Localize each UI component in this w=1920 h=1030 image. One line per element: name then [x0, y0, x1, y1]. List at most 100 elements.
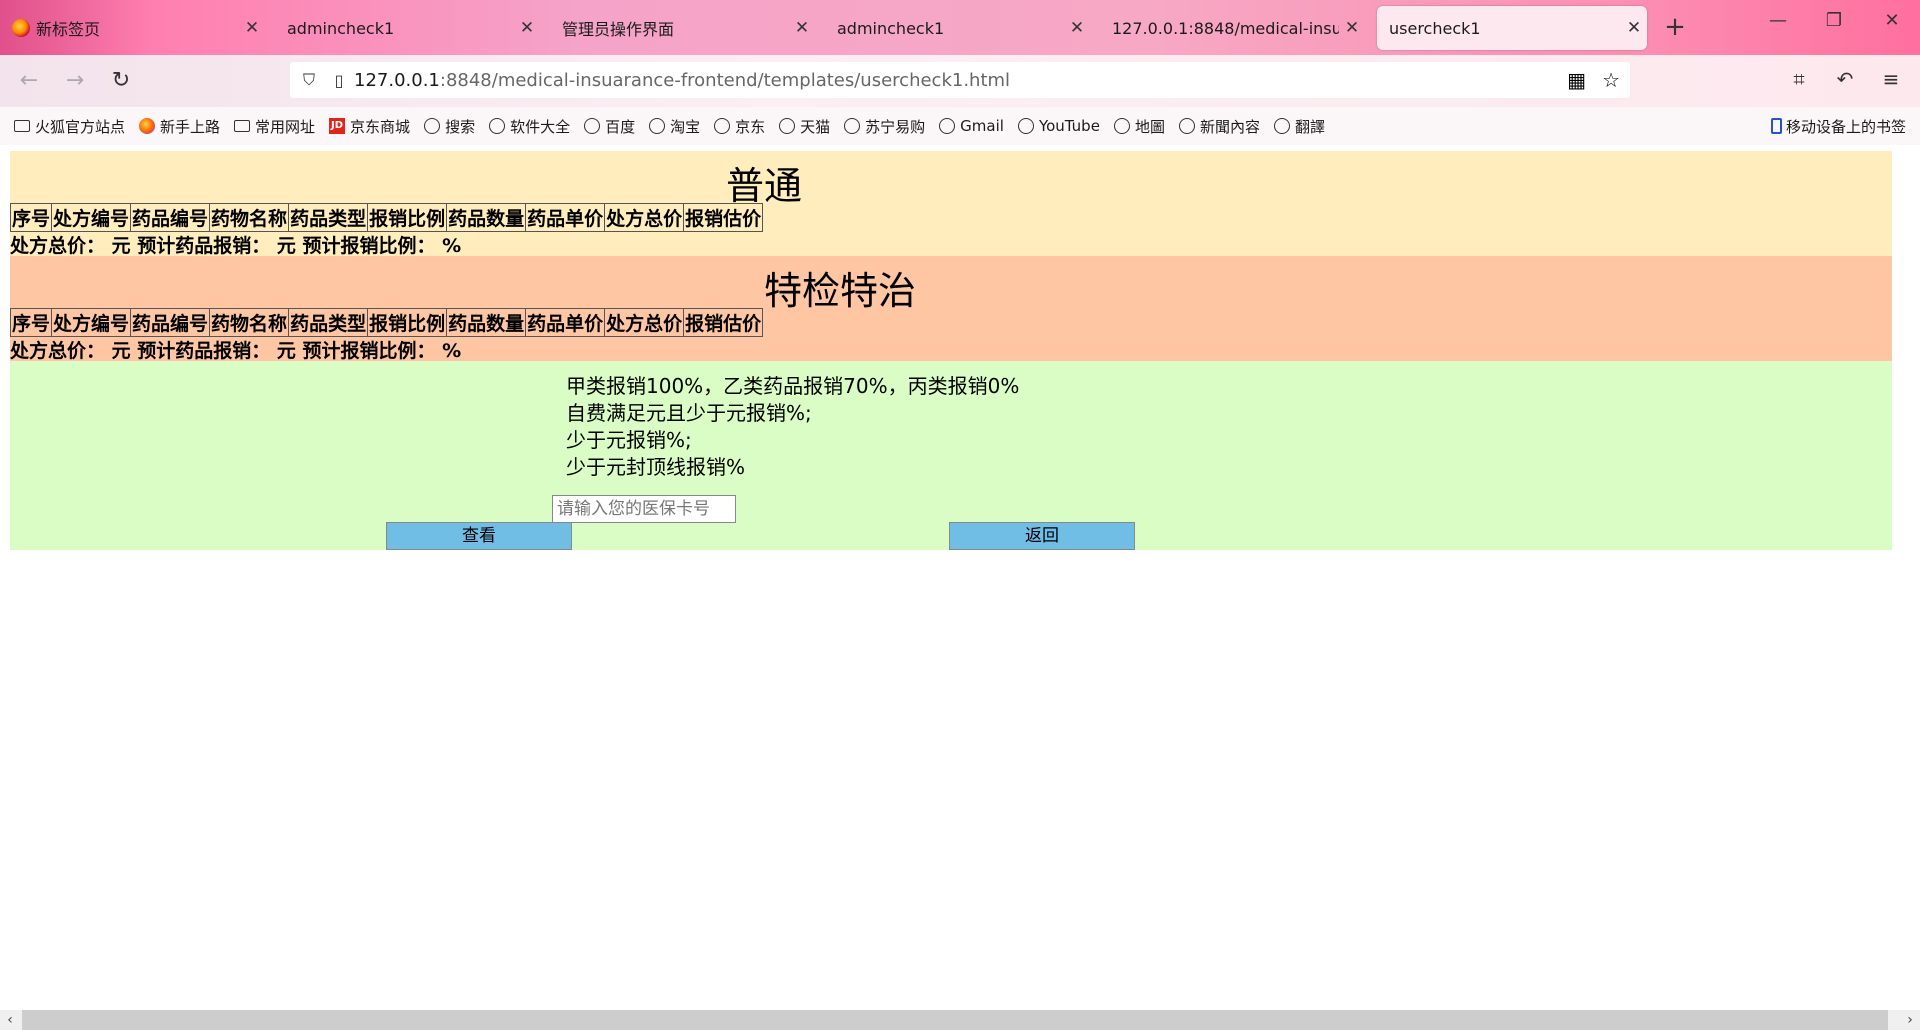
- globe-icon: [424, 118, 441, 134]
- column-header: 序号: [9, 203, 53, 232]
- globe-icon: [1273, 118, 1290, 134]
- column-header: 药物名称: [209, 308, 290, 337]
- qr-code-icon[interactable]: ▦: [1567, 68, 1586, 92]
- back-arrow-icon[interactable]: ←: [14, 67, 44, 97]
- scroll-right-icon[interactable]: ›: [1900, 1010, 1920, 1030]
- tab-admincheck1-2[interactable]: admincheck1 ✕: [825, 6, 1090, 50]
- normal-table: 序号 处方编号 药品编号 药物名称 药品类型 报销比例 药品数量 药品单价 处方总价 报销估价: [9, 203, 764, 232]
- close-icon[interactable]: ✕: [1339, 18, 1365, 38]
- bookmark-label: 淘宝: [670, 117, 701, 136]
- restore-icon[interactable]: ❐: [1814, 10, 1854, 31]
- bookmark-item[interactable]: 淘宝: [649, 116, 700, 137]
- folder-icon: [14, 120, 30, 132]
- tab-admincheck1[interactable]: admincheck1 ✕: [275, 6, 540, 50]
- bookmark-item[interactable]: 新手上路: [139, 116, 220, 137]
- bookmark-label: 京东商城: [350, 117, 411, 136]
- tab-title: 管理员操作界面: [562, 20, 675, 39]
- bookmark-label: 常用网址: [255, 117, 316, 136]
- minimize-icon[interactable]: —: [1758, 10, 1798, 31]
- window-close-icon[interactable]: ✕: [1872, 10, 1912, 31]
- back-button[interactable]: 返回: [949, 522, 1135, 550]
- view-button[interactable]: 查看: [386, 522, 572, 550]
- globe-icon: [1017, 118, 1034, 134]
- new-tab-plus-icon[interactable]: +: [1660, 12, 1690, 42]
- undo-icon[interactable]: ↶: [1830, 67, 1860, 91]
- table-header-row: 序号 处方编号 药品编号 药物名称 药品类型 报销比例 药品数量 药品单价 处方总价 报销估价: [9, 308, 764, 337]
- column-header: 药品数量: [446, 308, 527, 337]
- tab-title: 127.0.0.1:8848/medical-insuarance-fronte…: [1112, 18, 1339, 38]
- page-content: 普通 序号 处方编号 药品编号 药物名称 药品类型 报销比例 药品数量 药品单价 处方总价 报销估…: [0, 145, 1920, 1010]
- bookmark-item[interactable]: 百度: [584, 116, 635, 137]
- tab-title: 新标签页: [36, 20, 101, 39]
- column-header: 报销比例: [367, 203, 448, 232]
- column-header: 药品类型: [288, 308, 369, 337]
- mobile-bookmarks-label: 移动设备上的书签: [1785, 117, 1906, 136]
- globe-icon: [1178, 118, 1195, 134]
- tab-title: admincheck1: [287, 18, 395, 38]
- reimbursement-section: 甲类报销100%，乙类药品报销70%，丙类报销0% 自费满足元且少于元报销%; …: [10, 361, 1892, 550]
- bookmark-item[interactable]: 搜索: [424, 116, 475, 137]
- bookmark-item[interactable]: 软件大全: [489, 116, 570, 137]
- bookmark-item[interactable]: 翻譯: [1273, 116, 1325, 137]
- horizontal-scrollbar[interactable]: ‹ ›: [0, 1010, 1920, 1030]
- normal-title: 普通: [726, 164, 803, 208]
- close-icon[interactable]: ✕: [1064, 18, 1090, 38]
- close-icon[interactable]: ✕: [789, 18, 815, 38]
- mobile-bookmarks[interactable]: 移动设备上的书签: [1770, 116, 1906, 137]
- page-icon: ▯: [334, 70, 344, 90]
- scroll-left-icon[interactable]: ‹: [0, 1010, 20, 1030]
- close-icon[interactable]: ✕: [239, 18, 265, 38]
- firefox-icon: [139, 118, 156, 134]
- special-section: 特检特治 序号 处方编号 药品编号 药物名称 药品类型 报销比例 药品数量 药品单价 处方总价报…: [9, 256, 1892, 362]
- forward-arrow-icon[interactable]: →: [60, 67, 90, 97]
- bookmark-item[interactable]: YouTube: [1017, 117, 1100, 135]
- close-icon[interactable]: ✕: [514, 18, 540, 38]
- tab-localhost[interactable]: 127.0.0.1:8848/medical-insuarance-fronte…: [1100, 6, 1365, 50]
- rule-line: 自费满足元且少于元报销%;: [566, 401, 812, 425]
- address-bar[interactable]: ⛉ ▯ 127.0.0.1:8848/medical-insuarance-fr…: [290, 62, 1630, 98]
- globe-icon: [649, 118, 666, 134]
- bookmark-star-icon[interactable]: ☆: [1602, 68, 1620, 92]
- bookmark-label: 翻譯: [1294, 117, 1325, 136]
- rule-line: 甲类报销100%，乙类药品报销70%，丙类报销0%: [566, 374, 1020, 398]
- column-header: 处方编号: [51, 203, 132, 232]
- bookmark-item[interactable]: 京东: [714, 116, 765, 137]
- bookmark-label: 火狐官方站点: [35, 117, 126, 136]
- folder-icon: [234, 120, 251, 132]
- close-icon[interactable]: ✕: [1621, 18, 1647, 38]
- globe-icon: [584, 118, 601, 134]
- bookmark-label: 天猫: [800, 117, 831, 136]
- column-header: 药品编号: [130, 308, 211, 337]
- bookmark-item[interactable]: 苏宁易购: [844, 116, 925, 137]
- bookmark-item[interactable]: 新聞內容: [1178, 116, 1260, 137]
- column-header: 药品单价: [525, 203, 606, 232]
- globe-icon: [714, 118, 731, 134]
- medical-card-input[interactable]: [552, 495, 736, 523]
- normal-summary: 处方总价： 元 预计药品报销： 元 预计报销比例： %: [10, 235, 462, 257]
- column-header: 药品单价: [525, 308, 606, 337]
- navigation-bar: ← → ↻ ⛉ ▯ 127.0.0.1:8848/medical-insuara…: [0, 55, 1920, 107]
- bookmark-item[interactable]: Gmail: [939, 117, 1004, 135]
- bookmark-item[interactable]: 火狐官方站点: [14, 116, 125, 137]
- special-summary: 处方总价： 元 预计药品报销： 元 预计报销比例： %: [10, 340, 462, 362]
- tab-admin-panel[interactable]: 管理员操作界面 ✕: [550, 6, 815, 50]
- column-header: 药物名称: [209, 203, 290, 232]
- tab-usercheck1[interactable]: usercheck1 ✕: [1377, 6, 1647, 50]
- shield-icon[interactable]: ⛉: [294, 70, 324, 90]
- tab-new-tab[interactable]: 新标签页 ✕: [0, 6, 265, 50]
- bookmark-item[interactable]: 地圖: [1113, 116, 1165, 137]
- url-text[interactable]: 127.0.0.1:8848/medical-insuarance-fronte…: [354, 70, 1010, 91]
- scrollbar-thumb[interactable]: [22, 1010, 1888, 1030]
- menu-icon[interactable]: ≡: [1876, 67, 1906, 91]
- bookmark-item[interactable]: 常用网址: [234, 116, 315, 137]
- reload-icon[interactable]: ↻: [106, 67, 136, 97]
- column-header: 处方编号: [51, 308, 132, 337]
- bookmark-item[interactable]: 天猫: [779, 116, 830, 137]
- screenshot-crop-icon[interactable]: ⌗: [1784, 67, 1814, 91]
- tab-strip: 新标签页 ✕ admincheck1 ✕ 管理员操作界面 ✕ adminchec…: [0, 0, 1920, 55]
- column-header: 药品数量: [446, 203, 527, 232]
- column-header: 报销比例: [367, 308, 448, 337]
- column-header: 药品类型: [288, 203, 369, 232]
- bookmark-label: 软件大全: [510, 117, 571, 136]
- bookmark-item[interactable]: JD 京东商城: [329, 116, 410, 137]
